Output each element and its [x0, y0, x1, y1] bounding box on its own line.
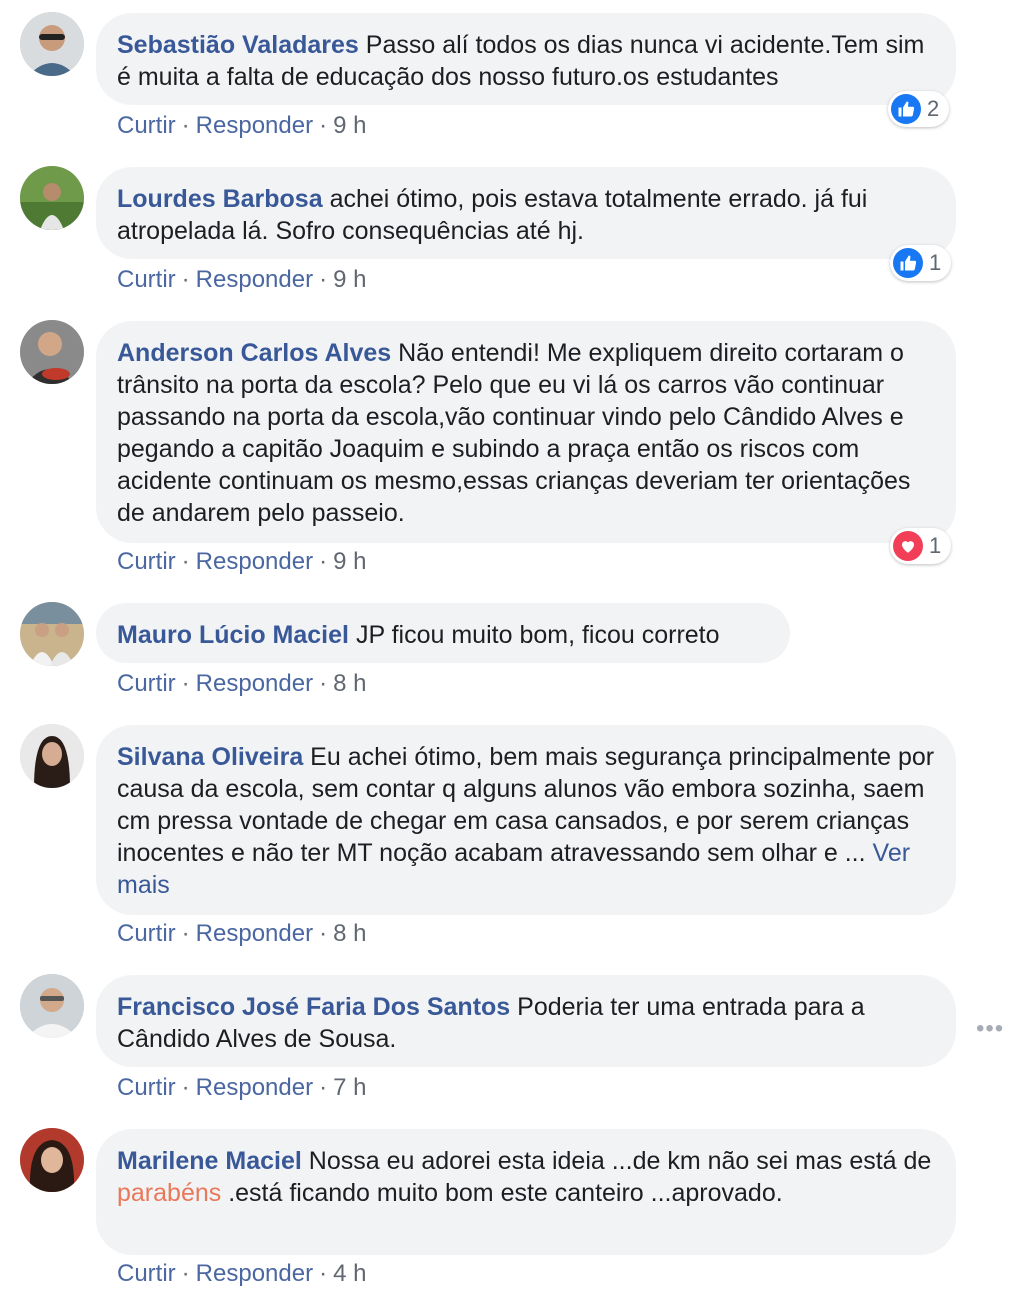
comment-bubble: Mauro Lúcio Maciel JP ficou muito bom, f… [96, 603, 790, 663]
like-link[interactable]: Curtir [117, 112, 176, 139]
comment-author[interactable]: Marilene Maciel [117, 1147, 302, 1175]
comment-bubble: Marilene Maciel Nossa eu adorei esta ide… [96, 1129, 956, 1255]
comment-time[interactable]: 9 h [333, 112, 366, 139]
avatar[interactable] [20, 974, 84, 1038]
separator: · [181, 1260, 190, 1287]
separator: · [319, 548, 328, 575]
separator: · [319, 266, 328, 293]
reaction-badge[interactable]: 1 [890, 528, 952, 564]
comment-author[interactable]: Silvana Oliveira [117, 743, 303, 771]
comment-time[interactable]: 9 h [333, 548, 366, 575]
reaction-count: 1 [929, 250, 942, 275]
comment-author[interactable]: Francisco José Faria Dos Santos [117, 993, 510, 1021]
like-link[interactable]: Curtir [117, 1260, 176, 1287]
comment-time[interactable]: 8 h [333, 920, 366, 947]
separator: · [181, 112, 190, 139]
avatar[interactable] [20, 320, 84, 384]
separator: · [181, 1074, 190, 1101]
like-icon [893, 248, 923, 278]
reaction-badge[interactable]: 2 [888, 91, 950, 127]
comment-author[interactable]: Anderson Carlos Alves [117, 339, 391, 367]
comment-bubble: Lourdes Barbosa achei ótimo, pois estava… [96, 167, 956, 259]
comment-text: Não entendi! Me expliquem direito cortar… [117, 339, 911, 527]
reply-link[interactable]: Responder [196, 920, 313, 947]
comment-time[interactable]: 9 h [333, 266, 366, 293]
comment-bubble: Sebastião Valadares Passo alí todos os d… [96, 13, 956, 105]
like-link[interactable]: Curtir [117, 920, 176, 947]
reaction-count: 1 [929, 533, 942, 558]
more-options-icon[interactable]: ••• [976, 1015, 1004, 1043]
avatar[interactable] [20, 12, 84, 76]
separator: · [319, 112, 328, 139]
avatar[interactable] [20, 166, 84, 230]
comment-text: JP ficou muito bom, ficou correto [355, 621, 720, 649]
comment-author[interactable]: Mauro Lúcio Maciel [117, 621, 349, 649]
comment-author[interactable]: Lourdes Barbosa [117, 185, 323, 213]
comment-bubble: Francisco José Faria Dos Santos Poderia … [96, 975, 956, 1067]
love-icon [893, 531, 923, 561]
separator: · [319, 920, 328, 947]
like-icon [891, 94, 921, 124]
separator: · [319, 670, 328, 697]
separator: · [181, 670, 190, 697]
separator: · [181, 920, 190, 947]
comment-bubble: Silvana Oliveira Eu achei ótimo, bem mai… [96, 725, 956, 915]
reply-link[interactable]: Responder [196, 112, 313, 139]
reaction-badge[interactable]: 1 [890, 245, 952, 281]
comment-actions: Curtir · Responder · 9 h [117, 547, 366, 577]
comment-actions: Curtir · Responder · 9 h [117, 265, 366, 295]
comment-bubble: Anderson Carlos Alves Não entendi! Me ex… [96, 321, 956, 543]
comment-time[interactable]: 8 h [333, 670, 366, 697]
separator: · [181, 548, 190, 575]
avatar[interactable] [20, 724, 84, 788]
separator: · [319, 1074, 328, 1101]
reply-link[interactable]: Responder [196, 1260, 313, 1287]
comment-time[interactable]: 7 h [333, 1074, 366, 1101]
comment-actions: Curtir · Responder · 8 h [117, 669, 366, 699]
reply-link[interactable]: Responder [196, 670, 313, 697]
highlighted-word[interactable]: parabéns [117, 1179, 221, 1207]
like-link[interactable]: Curtir [117, 1074, 176, 1101]
comment-time[interactable]: 4 h [333, 1260, 366, 1287]
reply-link[interactable]: Responder [196, 548, 313, 575]
separator: · [319, 1260, 328, 1287]
avatar[interactable] [20, 1128, 84, 1192]
like-link[interactable]: Curtir [117, 548, 176, 575]
comment-actions: Curtir · Responder · 7 h [117, 1073, 366, 1103]
comment-actions: Curtir · Responder · 4 h [117, 1259, 366, 1289]
avatar[interactable] [20, 602, 84, 666]
like-link[interactable]: Curtir [117, 670, 176, 697]
reply-link[interactable]: Responder [196, 266, 313, 293]
comment-actions: Curtir · Responder · 9 h [117, 111, 366, 141]
comment-text: Nossa eu adorei esta ideia ...de km não … [308, 1147, 932, 1175]
reaction-count: 2 [927, 96, 940, 121]
comment-actions: Curtir · Responder · 8 h [117, 919, 366, 949]
separator: · [181, 266, 190, 293]
reply-link[interactable]: Responder [196, 1074, 313, 1101]
comment-author[interactable]: Sebastião Valadares [117, 31, 359, 59]
like-link[interactable]: Curtir [117, 266, 176, 293]
comment-text-continued: .está ficando muito bom este canteiro ..… [228, 1179, 783, 1207]
